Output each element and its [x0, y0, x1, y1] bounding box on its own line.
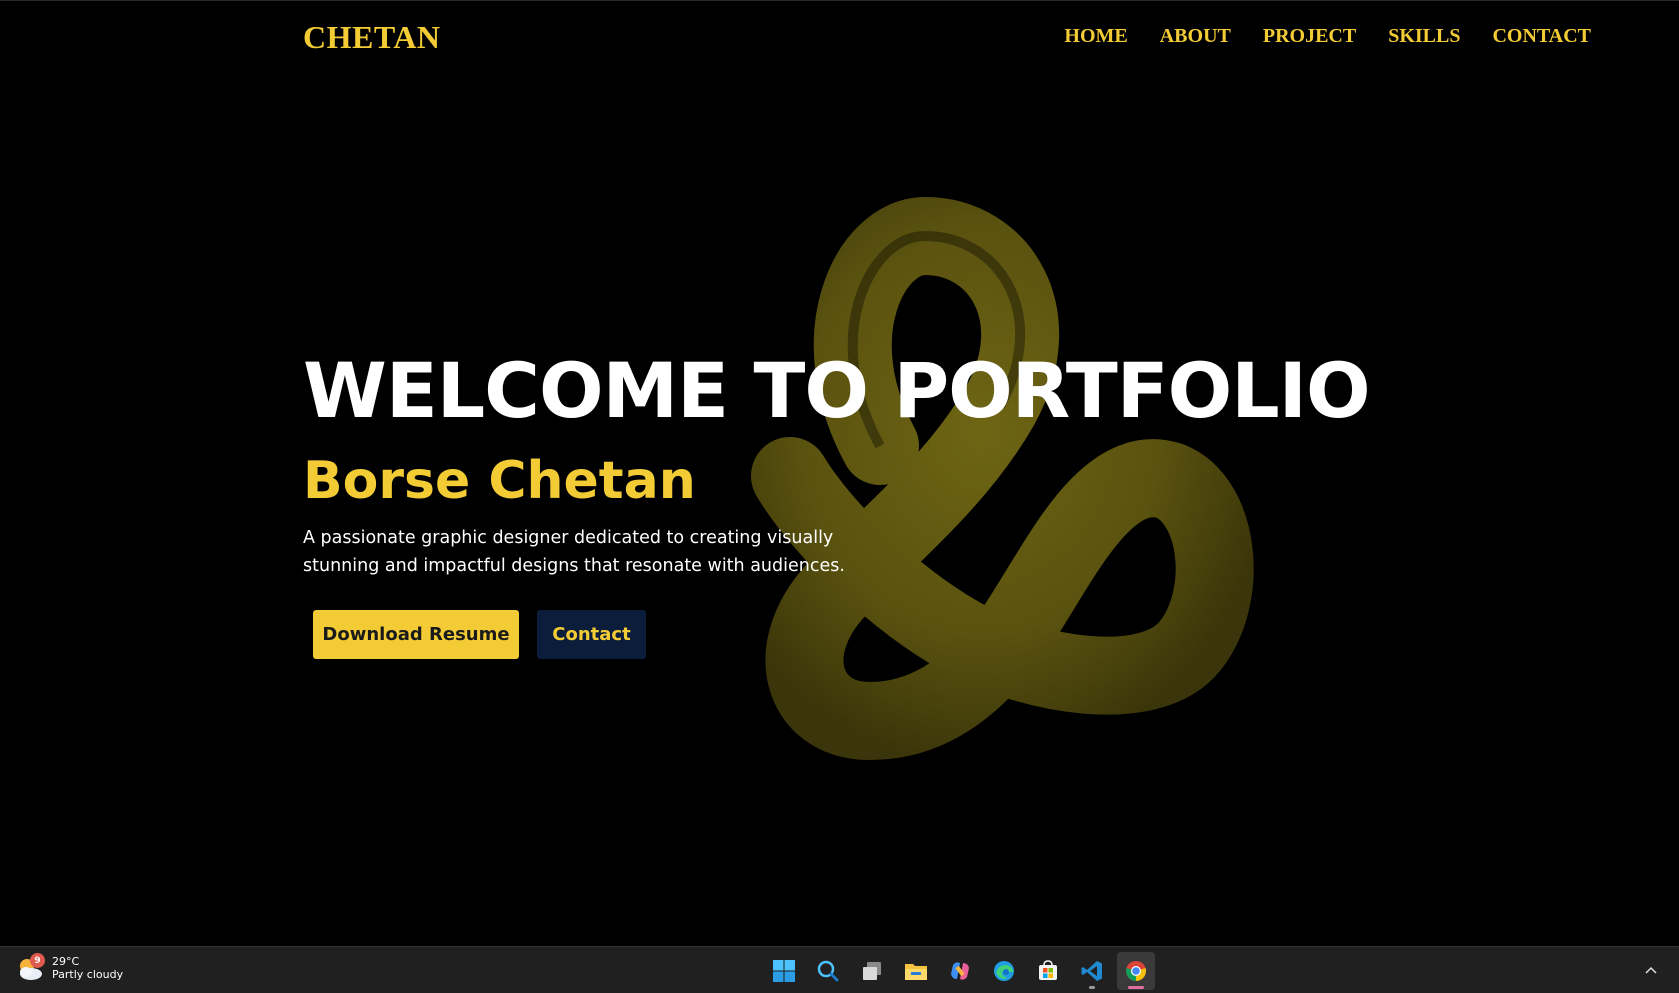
nav-about[interactable]: ABOUT [1160, 25, 1231, 48]
active-indicator [1128, 986, 1144, 989]
weather-temperature: 29°C [52, 955, 80, 968]
file-explorer-icon[interactable] [897, 952, 935, 990]
contact-button[interactable]: Contact [537, 610, 646, 659]
trefoil-knot-graphic [751, 197, 1254, 760]
weather-widget[interactable]: 9 29°C Partly cloudy [16, 953, 123, 983]
partly-cloudy-icon: 9 [16, 953, 46, 983]
task-view-icon[interactable] [853, 952, 891, 990]
copilot-icon[interactable] [941, 952, 979, 990]
chrome-icon[interactable] [1117, 952, 1155, 990]
nav-home[interactable]: HOME [1064, 25, 1127, 48]
nav-contact[interactable]: CONTACT [1492, 25, 1591, 48]
main-nav: HOME ABOUT PROJECT SKILLS CONTACT [1064, 25, 1591, 48]
weather-condition: Partly cloudy [52, 968, 124, 981]
hero-description: A passionate graphic designer dedicated … [303, 528, 845, 576]
taskbar-apps [765, 952, 1155, 990]
site-logo[interactable]: CHETAN [303, 19, 441, 56]
hero-name: Borse Chetan [303, 451, 696, 511]
edge-browser-icon[interactable] [985, 952, 1023, 990]
running-indicator [1089, 986, 1095, 989]
search-icon[interactable] [809, 952, 847, 990]
portfolio-page: CHETAN HOME ABOUT PROJECT SKILLS CONTACT… [0, 0, 1679, 946]
show-hidden-icons-chevron-icon[interactable] [1641, 961, 1661, 981]
nav-skills[interactable]: SKILLS [1388, 25, 1460, 48]
windows-taskbar: 9 29°C Partly cloudy [0, 946, 1679, 993]
weather-badge: 9 [30, 953, 45, 968]
hero-title: WELCOME TO PORTFOLIO [303, 346, 1371, 435]
vscode-icon[interactable] [1073, 952, 1111, 990]
windows-start-icon[interactable] [765, 952, 803, 990]
microsoft-store-icon[interactable] [1029, 952, 1067, 990]
nav-project[interactable]: PROJECT [1263, 25, 1356, 48]
download-resume-button[interactable]: Download Resume [313, 610, 519, 659]
